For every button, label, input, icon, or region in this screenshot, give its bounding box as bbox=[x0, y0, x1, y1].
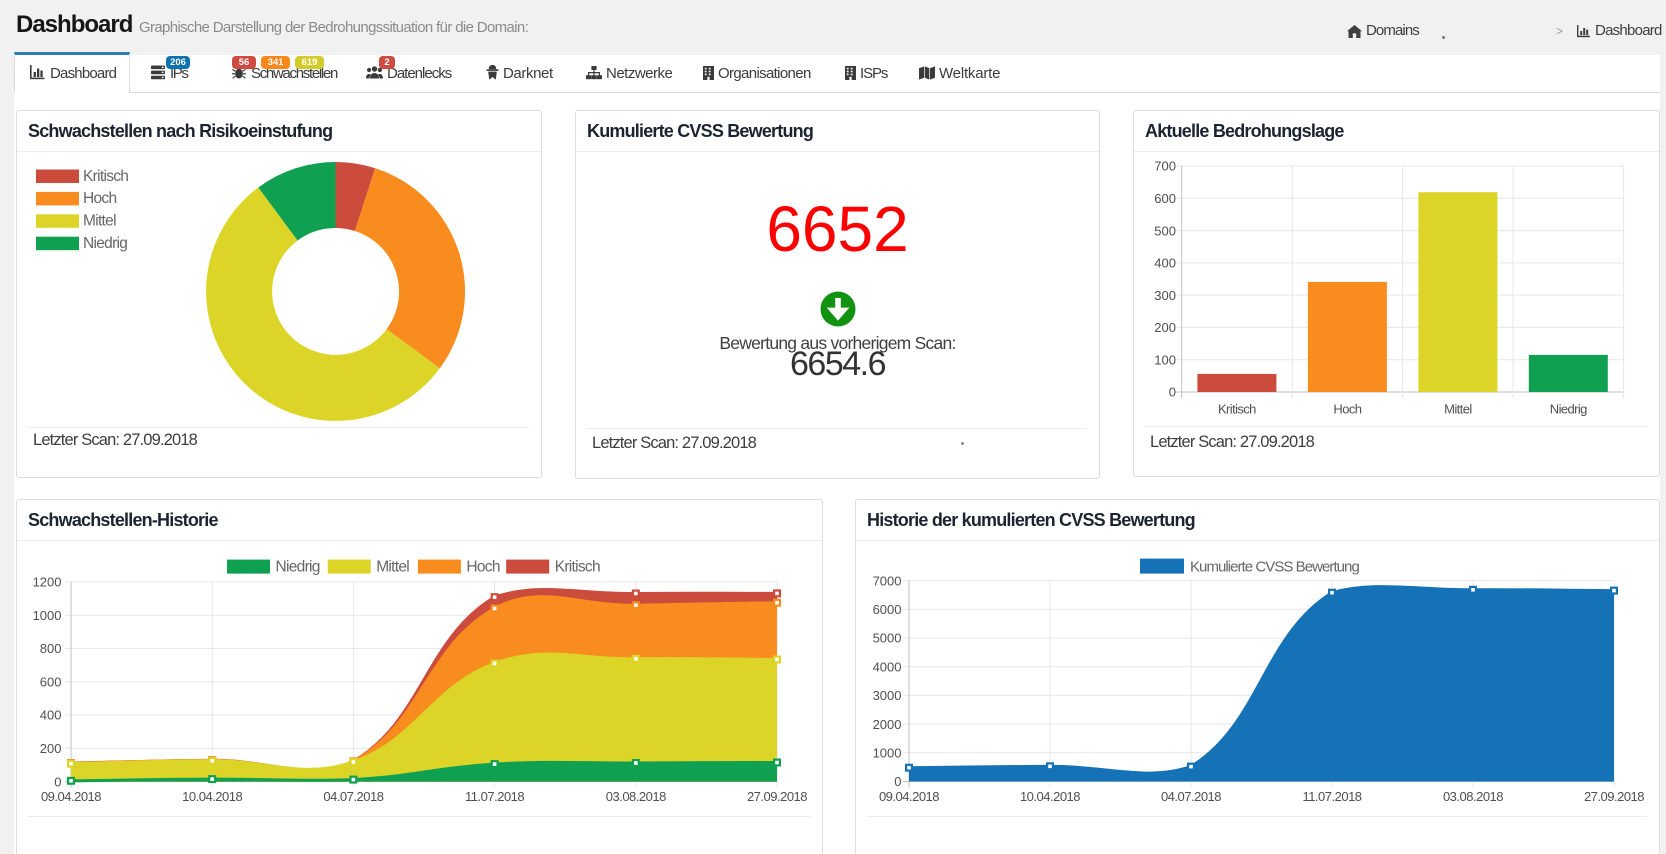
svg-text:2000: 2000 bbox=[873, 717, 902, 732]
svg-text:10.04.2018: 10.04.2018 bbox=[182, 789, 242, 804]
svg-text:200: 200 bbox=[40, 741, 62, 756]
svg-text:Kritisch: Kritisch bbox=[555, 559, 600, 576]
svg-text:0: 0 bbox=[1169, 385, 1176, 400]
svg-text:6000: 6000 bbox=[873, 602, 902, 617]
svg-text:4000: 4000 bbox=[873, 659, 902, 674]
svg-text:400: 400 bbox=[40, 708, 62, 723]
svg-text:Kritisch: Kritisch bbox=[83, 168, 128, 185]
svg-text:09.04.2018: 09.04.2018 bbox=[41, 789, 101, 804]
svg-text:0: 0 bbox=[54, 774, 61, 789]
svg-text:Niedrig: Niedrig bbox=[276, 559, 320, 576]
svg-text:10.04.2018: 10.04.2018 bbox=[1020, 789, 1080, 804]
svg-text:Mittel: Mittel bbox=[1444, 402, 1472, 417]
svg-text:27.09.2018: 27.09.2018 bbox=[1584, 789, 1644, 804]
svg-text:Niedrig: Niedrig bbox=[83, 235, 127, 252]
svg-text:04.07.2018: 04.07.2018 bbox=[323, 789, 383, 804]
svg-text:1200: 1200 bbox=[33, 575, 62, 590]
svg-text:Hoch: Hoch bbox=[466, 559, 499, 576]
svg-text:600: 600 bbox=[40, 674, 62, 689]
svg-text:11.07.2018: 11.07.2018 bbox=[1302, 789, 1361, 804]
svg-text:7000: 7000 bbox=[873, 573, 902, 588]
svg-text:03.08.2018: 03.08.2018 bbox=[606, 789, 666, 804]
svg-text:100: 100 bbox=[1154, 352, 1176, 367]
svg-text:04.07.2018: 04.07.2018 bbox=[1161, 789, 1221, 804]
svg-text:Mittel: Mittel bbox=[376, 559, 409, 576]
svg-text:500: 500 bbox=[1154, 223, 1176, 238]
svg-text:Hoch: Hoch bbox=[83, 190, 116, 207]
svg-text:Kumulierte CVSS Bewertung: Kumulierte CVSS Bewertung bbox=[1190, 559, 1359, 576]
svg-text:Niedrig: Niedrig bbox=[1550, 402, 1587, 417]
svg-text:03.08.2018: 03.08.2018 bbox=[1443, 789, 1503, 804]
svg-text:11.07.2018: 11.07.2018 bbox=[465, 789, 524, 804]
svg-text:1000: 1000 bbox=[873, 746, 902, 761]
svg-text:Hoch: Hoch bbox=[1333, 402, 1361, 417]
svg-text:700: 700 bbox=[1154, 159, 1176, 174]
svg-text:400: 400 bbox=[1154, 256, 1176, 271]
svg-text:3000: 3000 bbox=[873, 688, 902, 703]
svg-text:600: 600 bbox=[1154, 191, 1176, 206]
svg-text:5000: 5000 bbox=[873, 631, 902, 646]
svg-text:Mittel: Mittel bbox=[83, 213, 116, 230]
svg-text:27.09.2018: 27.09.2018 bbox=[747, 789, 807, 804]
svg-text:0: 0 bbox=[894, 774, 901, 789]
svg-text:09.04.2018: 09.04.2018 bbox=[879, 789, 939, 804]
svg-text:Kritisch: Kritisch bbox=[1218, 402, 1256, 417]
svg-text:800: 800 bbox=[40, 641, 62, 656]
svg-text:200: 200 bbox=[1154, 320, 1176, 335]
svg-text:300: 300 bbox=[1154, 288, 1176, 303]
svg-text:1000: 1000 bbox=[33, 608, 62, 623]
